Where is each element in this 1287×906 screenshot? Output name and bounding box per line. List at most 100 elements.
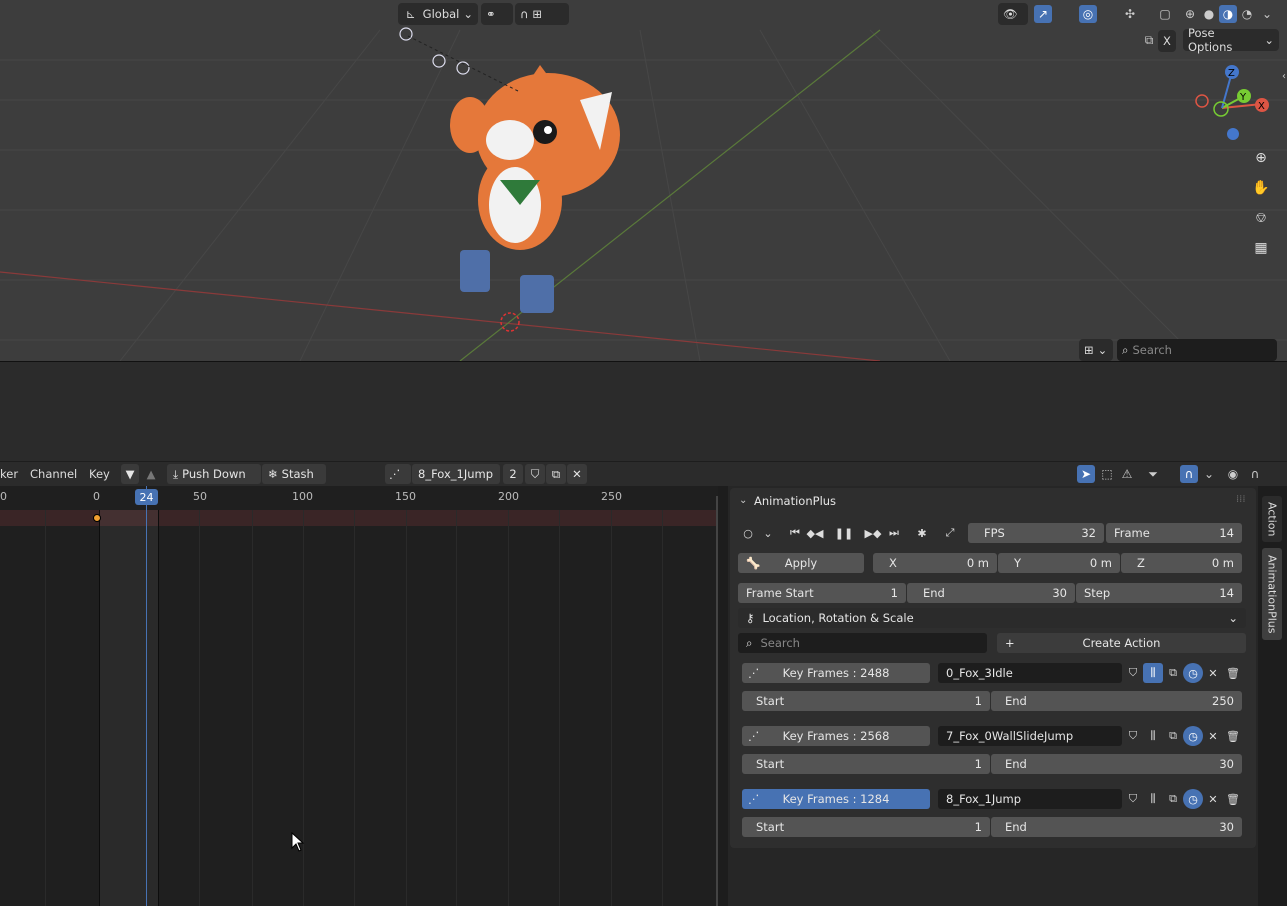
transform-orientation-dropdown[interactable]: ⊾ Global ⌄ [398,3,478,25]
action-end-field[interactable]: End 250 [991,691,1242,711]
clock-icon[interactable]: ◷ [1183,726,1203,746]
keyframes-button[interactable]: ⋰ Key Frames : 1284 [742,789,930,809]
nla-strips-icon[interactable]: ⫼ [1143,789,1163,809]
shading-options-chevron-icon[interactable]: ⌄ [1258,5,1276,23]
tab-action[interactable]: Action [1262,496,1282,542]
keyframes-button[interactable]: ⋰ Key Frames : 2568 [742,726,930,746]
panel-drag-handle-icon[interactable]: ⁞⁞⁞ [1236,494,1246,505]
sidebar-toggle-chevron-icon[interactable]: ‹ [1275,67,1287,85]
duplicate-icon[interactable]: ⧉ [1163,663,1183,683]
snap-chevron-icon[interactable]: ⌄ [1200,465,1218,483]
pivot-point-dropdown[interactable]: ⚭ [481,3,513,25]
action-start-field[interactable]: Start 1 [742,817,990,837]
navigation-gizmo[interactable]: X Y Z [1192,62,1272,144]
location-x-field[interactable]: X 0 m [873,553,997,573]
zoom-icon[interactable]: ⊕ [1249,146,1273,170]
frame-field[interactable]: Frame 14 [1106,523,1242,543]
apply-button[interactable]: 🦴 Apply [738,553,864,573]
key-menu[interactable]: Key [89,467,110,481]
perspective-grid-icon[interactable]: ▦ [1249,236,1273,260]
action-start-field[interactable]: Start 1 [742,691,990,711]
snap-toggle[interactable]: ∩ ⊞ [515,3,569,25]
warning-icon[interactable]: ⚠ [1118,465,1136,483]
duplicate-icon[interactable]: ⧉ [1163,789,1183,809]
action-up-icon[interactable]: ▲ [142,464,160,484]
timeline-scrollbar[interactable] [716,496,718,906]
prev-keyframe-icon[interactable]: ◆◀ [805,523,825,543]
fake-user-shield-icon[interactable]: ⛉ [1123,663,1143,683]
location-y-field[interactable]: Y 0 m [998,553,1120,573]
pan-hand-icon[interactable]: ✋ [1249,176,1273,200]
fox-character[interactable] [450,65,620,332]
marker-menu[interactable]: ker [0,467,18,481]
keying-set-dropdown[interactable]: ⚷ Location, Rotation & Scale ⌄ [738,608,1246,628]
gizmo-toggle-icon[interactable]: ↗ [1034,5,1052,23]
duplicate-icon[interactable]: ⧉ [1163,726,1183,746]
step-field[interactable]: Step 14 [1076,583,1242,603]
solid-shading-icon[interactable]: ● [1200,5,1218,23]
action-end-field[interactable]: End 30 [991,754,1242,774]
box-select-icon[interactable]: ⬚ [1098,465,1116,483]
graph-curve-icon[interactable]: ⤢ [940,523,960,543]
action-name-input[interactable]: 7_Fox_0WallSlideJump [938,726,1122,746]
fake-user-shield-icon[interactable]: ⛉ [525,464,545,484]
jump-end-icon[interactable]: ⏭ [884,523,904,543]
3d-viewport[interactable]: ⊾ Global ⌄ ⚭ ∩ ⊞ 👁 ↗ ◎ ✣ ▢ ⊕ ● ◑ ◔ ⌄ ⧉ X … [0,0,1287,361]
snap-magnet-icon[interactable]: ∩ [1180,465,1198,483]
nla-strips-icon[interactable]: ⫼ [1143,663,1163,683]
action-down-icon[interactable]: ▼ [121,464,139,484]
frame-start-field[interactable]: Frame Start 1 [738,583,906,603]
pose-options-dropdown[interactable]: Pose Options ⌄ [1183,26,1279,54]
action-name-input[interactable]: 8_Fox_1Jump [938,789,1122,809]
unlink-action-icon[interactable]: ✕ [567,464,587,484]
armature-pose-icon[interactable]: ✱ [912,523,932,543]
clock-icon[interactable]: ◷ [1183,663,1203,683]
fake-user-shield-icon[interactable]: ⛉ [1123,789,1143,809]
viewport-search-input[interactable]: ⌕ Search [1117,339,1277,361]
frame-end-field[interactable]: End 30 [907,583,1075,603]
current-frame-indicator[interactable]: 24 [135,489,158,505]
action-end-field[interactable]: End 30 [991,817,1242,837]
create-action-button[interactable]: + Create Action [997,633,1246,653]
record-icon[interactable]: ○ [738,523,758,543]
channel-menu[interactable]: Channel [30,467,77,481]
keyframes-button[interactable]: ⋰ Key Frames : 2488 [742,663,930,683]
next-keyframe-icon[interactable]: ▶◆ [863,523,883,543]
trash-icon[interactable]: 🗑 [1223,726,1243,746]
proportional-edit-icon[interactable]: ◉ [1224,465,1242,483]
filter-icon[interactable]: ⏷ [1144,465,1162,483]
overlay-toggle-icon[interactable]: ◎ [1079,5,1097,23]
action-name-input[interactable]: 0_Fox_3Idle [938,663,1122,683]
pause-icon[interactable]: ❚❚ [834,523,854,543]
wireframe-shading-icon[interactable]: ⊕ [1181,5,1199,23]
location-z-field[interactable]: Z 0 m [1121,553,1242,573]
xray-icon[interactable]: ▢ [1156,5,1174,23]
falloff-curve-icon[interactable]: ∩ [1246,465,1264,483]
action-name-field[interactable]: 8_Fox_1Jump [412,464,500,484]
mirror-icon[interactable]: ⧉ [1140,31,1158,49]
stash-button[interactable]: ❄ Stash [262,464,326,484]
editor-type-dropdown[interactable]: ⊞ ⌄ [1079,339,1113,361]
tab-animationplus[interactable]: AnimationPlus [1262,548,1282,640]
fake-user-shield-icon[interactable]: ⛉ [1123,726,1143,746]
push-down-button[interactable]: ⤓ Push Down [167,464,261,484]
material-shading-icon[interactable]: ◑ [1219,5,1237,23]
visibility-dropdown[interactable]: 👁 [998,3,1028,25]
keyframe-marker[interactable] [93,514,101,522]
select-tool-icon[interactable]: ➤ [1077,465,1095,483]
camera-view-icon[interactable]: ⎊ [1249,206,1273,230]
panel-collapse-chevron-icon[interactable]: ⌄ [739,495,747,506]
record-chevron-icon[interactable]: ⌄ [758,523,778,543]
rendered-shading-icon[interactable]: ◔ [1238,5,1256,23]
action-user-count[interactable]: 2 [503,464,523,484]
jump-start-icon[interactable]: ⏮ [785,523,805,543]
close-icon[interactable]: ✕ [1203,663,1223,683]
fps-field[interactable]: FPS 32 [968,523,1104,543]
x-mirror-toggle[interactable]: X [1158,30,1176,52]
close-icon[interactable]: ✕ [1203,726,1223,746]
duplicate-action-icon[interactable]: ⧉ [546,464,566,484]
action-search-input[interactable]: ⌕ Search [738,633,987,653]
trash-icon[interactable]: 🗑 [1223,789,1243,809]
clock-icon[interactable]: ◷ [1183,789,1203,809]
bone-overlay-icon[interactable]: ✣ [1121,5,1139,23]
